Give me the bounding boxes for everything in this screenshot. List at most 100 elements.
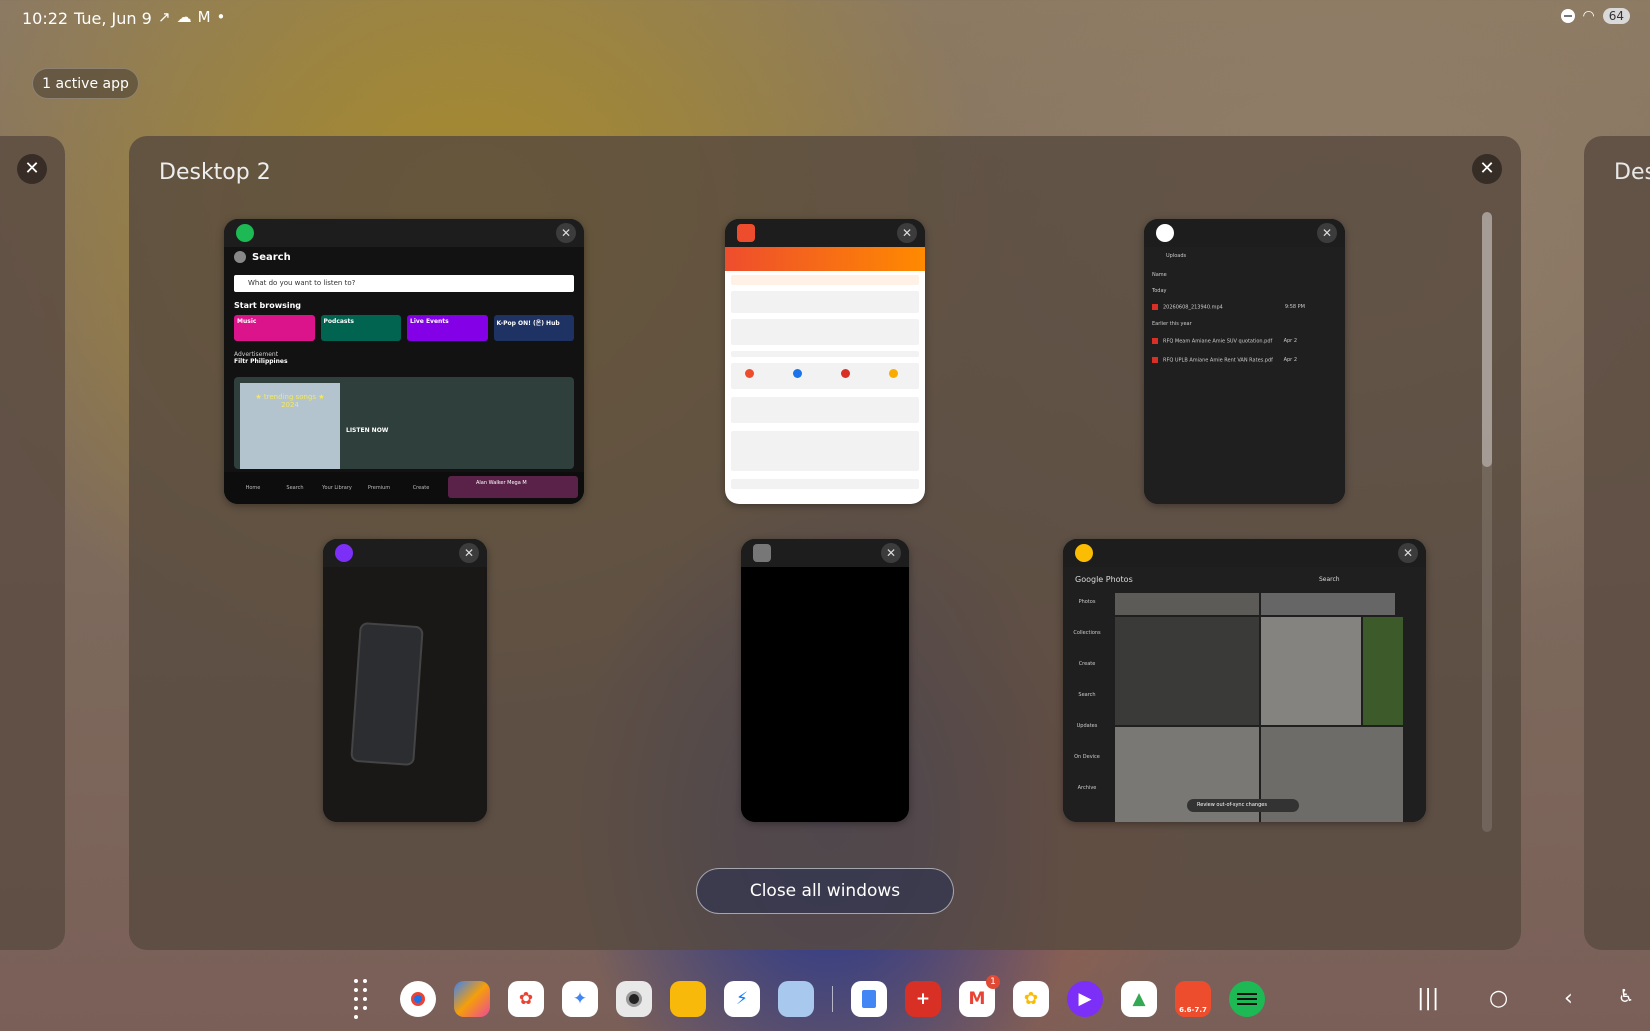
close-window-button[interactable]: ✕ xyxy=(459,543,479,563)
copilot-icon[interactable] xyxy=(454,981,490,1017)
wifi-icon: ◠ xyxy=(1582,8,1595,24)
nav-search[interactable]: Search xyxy=(274,485,316,491)
camera-icon xyxy=(753,544,771,562)
shopee-bottom-nav xyxy=(731,479,919,489)
close-window-button[interactable]: ✕ xyxy=(881,543,901,563)
advertisement[interactable]: Advertisement Filtr Philippines xyxy=(234,351,288,365)
close-window-button[interactable]: ✕ xyxy=(1398,543,1418,563)
video-player-window[interactable]: ✕ xyxy=(323,539,487,822)
photos-sidebar: Photos Collections Create Search Updates… xyxy=(1063,593,1111,822)
photo-thumbnail[interactable] xyxy=(1261,593,1395,615)
shopee-services xyxy=(731,397,919,423)
listen-now-button[interactable]: LISTEN NOW xyxy=(346,427,388,434)
drive-dock-icon[interactable]: ▲ xyxy=(1121,981,1157,1017)
tile-kpop[interactable]: K-Pop ON! (온) Hub xyxy=(493,315,574,341)
out-of-sync-toast[interactable]: Review out-of-sync changes xyxy=(1187,799,1299,812)
now-playing-bar[interactable]: Alan Walker Mega M xyxy=(448,476,578,498)
spotify-window[interactable]: ✕ Search What do you want to listen to? … xyxy=(224,219,584,504)
close-window-button[interactable]: ✕ xyxy=(897,223,917,243)
photo-grid xyxy=(1115,593,1416,822)
nav-home[interactable]: Home xyxy=(232,485,274,491)
video-content xyxy=(323,567,487,822)
camera-content xyxy=(741,567,909,822)
browse-tiles: Music Podcasts Live Events K-Pop ON! (온)… xyxy=(234,315,574,341)
files-icon[interactable] xyxy=(670,981,706,1017)
dock-apps: ✿ ✦ ⚡ + M1 ✿ ▶ ▲ 6.6-7.7 xyxy=(346,975,1265,1019)
side-on-device[interactable]: On Device xyxy=(1063,748,1111,779)
photo-thumbnail[interactable] xyxy=(1115,617,1259,725)
plus-app-icon[interactable]: + xyxy=(905,981,941,1017)
home-button[interactable]: ○ xyxy=(1489,986,1508,1011)
spotify-dock-icon[interactable] xyxy=(1229,981,1265,1017)
tile-live-events[interactable]: Live Events xyxy=(407,315,488,341)
shopee-window[interactable]: ✕ xyxy=(725,219,925,504)
drive-file-row[interactable]: RFQ UPLB Amiane Amie Rent VAN Rates.pdf A… xyxy=(1152,357,1337,364)
close-all-windows-button[interactable]: Close all windows xyxy=(696,868,954,914)
google-photos-window[interactable]: ✕ Google Photos Search Photos Collection… xyxy=(1063,539,1426,822)
gmail-badge: 1 xyxy=(986,975,1000,989)
recent-apps-button[interactable]: ||| xyxy=(1417,986,1439,1011)
messenger-icon[interactable]: ⚡ xyxy=(724,981,760,1017)
dock-divider xyxy=(832,986,833,1012)
photo-thumbnail[interactable] xyxy=(1363,617,1403,725)
nav-premium[interactable]: Premium xyxy=(358,485,400,491)
scrollbar[interactable] xyxy=(1482,212,1492,832)
side-search[interactable]: Search xyxy=(1063,686,1111,717)
shopee-purchases xyxy=(731,319,919,345)
gmail-icon[interactable]: M1 xyxy=(959,975,1000,1017)
wallet-icon[interactable] xyxy=(778,981,814,1017)
nav-create[interactable]: Create xyxy=(400,485,442,491)
pinwheel-icon[interactable]: ✿ xyxy=(508,981,544,1017)
back-button[interactable]: ‹ xyxy=(1564,986,1573,1011)
ad-name: Filtr Philippines xyxy=(234,358,288,365)
photo-thumbnail[interactable] xyxy=(1261,617,1361,725)
close-previous-desktop-button[interactable]: ✕ xyxy=(17,154,47,184)
side-updates[interactable]: Updates xyxy=(1063,717,1111,748)
shopee-dock-icon[interactable]: 6.6-7.7 xyxy=(1175,981,1211,1017)
side-archive[interactable]: Archive xyxy=(1063,779,1111,810)
spotify-search-input[interactable]: What do you want to listen to? xyxy=(234,275,574,292)
active-apps-button[interactable]: 1 active app xyxy=(32,68,139,99)
ad-card[interactable]: ★ trending songs ★ 2024 LISTEN NOW xyxy=(234,377,574,469)
drive-folder-title: Uploads xyxy=(1166,253,1187,259)
drive-file-row[interactable]: 20260608_213940.mp4 9:58 PM xyxy=(1152,304,1337,311)
window-titlebar: ✕ xyxy=(323,539,487,567)
nav-library[interactable]: Your Library xyxy=(316,485,358,491)
accessibility-icon[interactable]: ♿ xyxy=(1618,986,1634,1007)
tile-podcasts[interactable]: Podcasts xyxy=(320,315,401,341)
shopee-icon xyxy=(737,224,755,242)
camera-window[interactable]: ✕ xyxy=(741,539,909,822)
photo-thumbnail[interactable] xyxy=(1115,593,1259,615)
cloud-icon: ☁ xyxy=(176,8,192,26)
tile-music[interactable]: Music xyxy=(234,315,315,341)
start-browsing-label: Start browsing xyxy=(234,301,302,310)
shopee-quick-login xyxy=(731,291,919,313)
docs-icon[interactable] xyxy=(851,981,887,1017)
gemini-icon[interactable]: ✦ xyxy=(562,981,598,1017)
google-photos-dock-icon[interactable]: ✿ xyxy=(1013,981,1049,1017)
drive-file-row[interactable]: RFQ Meam Amiane Amie SUV quotation.pdf Ap… xyxy=(1152,338,1337,345)
chrome-icon[interactable] xyxy=(400,981,436,1017)
next-desktop-panel[interactable]: Des xyxy=(1584,136,1650,950)
apps-grid-icon[interactable] xyxy=(346,979,382,1019)
side-collections[interactable]: Collections xyxy=(1063,624,1111,655)
close-window-button[interactable]: ✕ xyxy=(1317,223,1337,243)
gmail-notification-icon: M xyxy=(197,8,211,26)
camera-app-icon[interactable] xyxy=(616,981,652,1017)
close-window-button[interactable]: ✕ xyxy=(556,223,576,243)
drive-window[interactable]: ✕ Uploads Name Today 20260608_213940.mp4… xyxy=(1144,219,1345,504)
previous-desktop-panel[interactable]: ✕ xyxy=(0,136,65,950)
window-titlebar: ✕ xyxy=(224,219,584,247)
video-file-icon xyxy=(1152,304,1158,310)
desktop-title: Desktop 2 xyxy=(159,160,271,185)
scrollbar-thumb[interactable] xyxy=(1482,212,1492,467)
photos-title: Google Photos xyxy=(1075,575,1133,584)
dot-icon: • xyxy=(216,8,226,26)
photos-search[interactable]: Search xyxy=(1319,576,1340,583)
shopee-feature-icon xyxy=(745,369,754,378)
side-photos[interactable]: Photos xyxy=(1063,593,1111,624)
side-create[interactable]: Create xyxy=(1063,655,1111,686)
video-player-dock-icon[interactable]: ▶ xyxy=(1067,981,1103,1017)
spotify-header: Search xyxy=(234,251,291,263)
close-desktop-button[interactable]: ✕ xyxy=(1472,154,1502,184)
